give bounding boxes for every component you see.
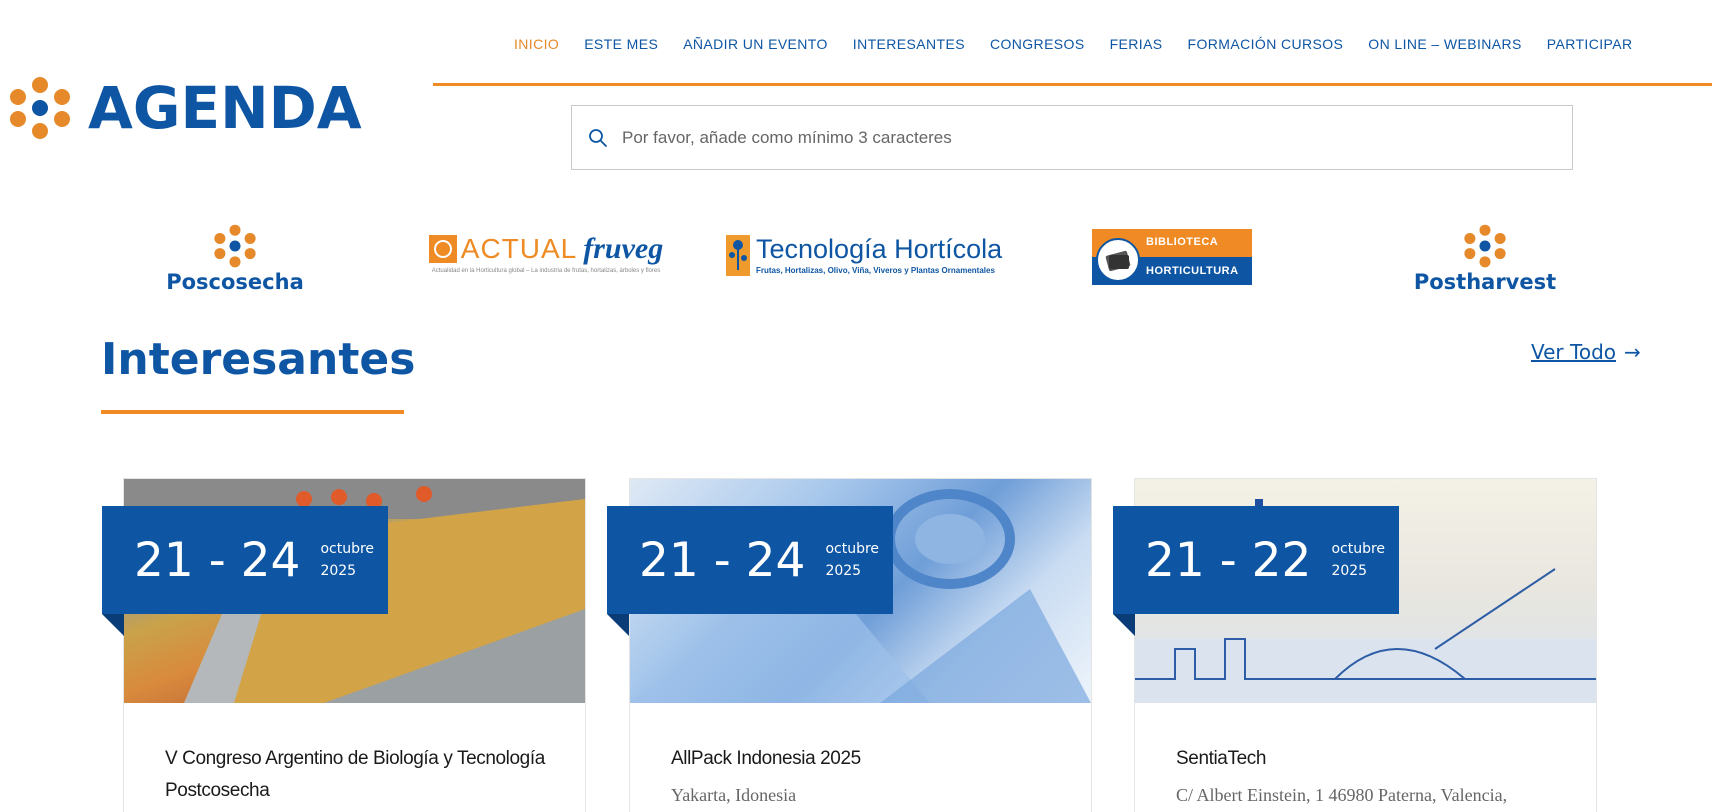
main-nav: INICIO ESTE MES AÑADIR UN EVENTO INTERES…	[514, 36, 1657, 52]
nav-item-online-webinars[interactable]: ON LINE – WEBINARS	[1368, 36, 1521, 52]
view-all-label: Ver Todo	[1531, 340, 1616, 364]
event-title[interactable]: SentiaTech	[1176, 743, 1566, 775]
flower-dots-icon	[1464, 224, 1506, 268]
tecnologia-subtitle: Frutas, Hortalizas, Olivo, Viña, Viveros…	[756, 265, 995, 275]
event-date-badge: 21 - 24 octubre 2025	[607, 506, 893, 636]
event-month: octubre	[1331, 541, 1386, 557]
view-all-link[interactable]: Ver Todo →	[1531, 340, 1641, 364]
event-date-range: 21 - 24	[134, 532, 301, 588]
nav-divider	[433, 83, 1712, 86]
arrow-right-icon: →	[1624, 340, 1641, 364]
event-title[interactable]: AllPack Indonesia 2025	[671, 743, 1061, 775]
ribbon-fold	[607, 614, 629, 636]
nav-item-anadir-evento[interactable]: AÑADIR UN EVENTO	[683, 36, 828, 52]
event-date-badge: 21 - 22 octubre 2025	[1113, 506, 1399, 636]
section-title: Interesantes	[101, 334, 416, 385]
event-location: C/ Albert Einstein, 1 46980 Paterna, Val…	[1176, 785, 1508, 805]
partner-logo-postharvest[interactable]: Postharvest	[1410, 224, 1560, 294]
biblioteca-line2: HORTICULTURA	[1146, 265, 1239, 277]
partner-logo-tecnologia-horticola[interactable]: Tecnología Hortícola Frutas, Hortalizas,…	[726, 233, 1002, 277]
partner-logo-biblioteca-horticultura[interactable]: BIBLIOTECA HORTICULTURA	[1092, 229, 1252, 285]
nav-item-inicio[interactable]: INICIO	[514, 36, 559, 52]
event-year: 2025	[320, 563, 357, 579]
logo-text: AGENDA	[88, 74, 362, 142]
search-icon	[588, 128, 608, 148]
folder-icon	[1096, 238, 1140, 282]
partner-name: Postharvest	[1413, 270, 1557, 294]
event-month: octubre	[825, 541, 880, 557]
section-underline	[101, 410, 404, 414]
search-input[interactable]	[622, 127, 1522, 148]
event-date-badge: 21 - 24 octubre 2025	[102, 506, 388, 636]
search-box[interactable]	[571, 105, 1573, 170]
tecnologia-title: Tecnología Hortícola	[756, 233, 1003, 264]
fruit-icon	[428, 235, 457, 263]
event-year: 2025	[1331, 563, 1368, 579]
flower-dots-icon	[10, 77, 70, 139]
nav-item-ferias[interactable]: FERIAS	[1110, 36, 1163, 52]
biblioteca-line1: BIBLIOTECA	[1146, 236, 1219, 248]
event-date-range: 21 - 24	[639, 532, 806, 588]
fruveg-word: fruveg	[583, 232, 664, 265]
nav-item-este-mes[interactable]: ESTE MES	[584, 36, 658, 52]
event-month: octubre	[320, 541, 375, 557]
actual-word: ACTUAL	[460, 233, 578, 264]
event-year: 2025	[825, 563, 862, 579]
nav-item-interesantes[interactable]: INTERESANTES	[853, 36, 965, 52]
nav-item-formacion-cursos[interactable]: FORMACIÓN CURSOS	[1188, 36, 1344, 52]
ribbon-fold	[102, 614, 124, 636]
partner-logo-poscosecha[interactable]: Poscosecha	[160, 224, 310, 294]
plant-icon	[726, 234, 750, 276]
partner-name: Poscosecha	[166, 270, 304, 294]
nav-item-participar[interactable]: PARTICIPAR	[1547, 36, 1633, 52]
event-location: Yakarta, Idonesia	[671, 785, 797, 805]
event-title[interactable]: V Congreso Argentino de Biología y Tecno…	[165, 743, 555, 807]
site-logo[interactable]: AGENDA	[6, 76, 362, 140]
actual-tagline: Actualidad en la Horticultura global – L…	[431, 268, 661, 274]
flower-dots-icon	[214, 224, 256, 268]
event-date-range: 21 - 22	[1145, 532, 1312, 588]
partner-logo-actual-fruveg[interactable]: ACTUAL fruveg Actualidad en la Horticult…	[412, 232, 680, 282]
ribbon-fold	[1113, 614, 1135, 636]
nav-item-congresos[interactable]: CONGRESOS	[990, 36, 1085, 52]
